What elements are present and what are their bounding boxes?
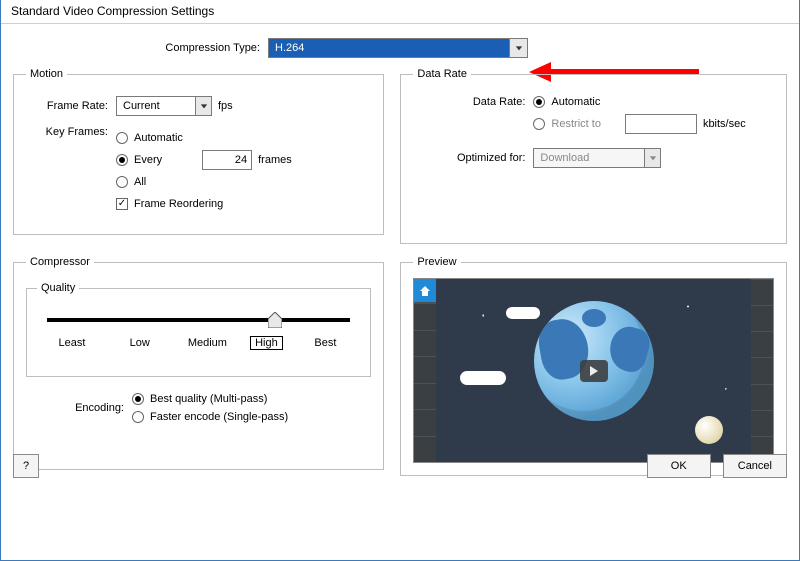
motion-group: Motion Frame Rate: Current fps Key Frame… [13,68,384,235]
quality-tick-best: Best [300,336,350,350]
chevron-down-icon[interactable] [195,97,211,115]
data-rate-automatic-radio[interactable] [533,96,545,108]
help-button[interactable]: ? [13,454,39,478]
bottom-columns: Compressor Quality Least Low Medium High Bes… [13,256,787,476]
frame-rate-label: Frame Rate: [26,100,116,112]
compression-type-select[interactable]: H.264 [268,38,528,58]
key-frames-all-label: All [134,176,146,188]
compressor-legend: Compressor [26,256,94,268]
play-button[interactable] [580,360,608,382]
preview-left-toolbar [414,279,436,462]
compression-type-value: H.264 [275,42,304,54]
motion-legend: Motion [26,68,67,80]
preview-right-toolbar [751,279,773,462]
data-rate-group: Data Rate Data Rate: Automatic Restrict … [400,68,787,244]
frame-rate-value: Current [123,100,160,112]
slider-thumb-icon[interactable] [268,312,282,328]
quality-tick-medium: Medium [182,336,232,350]
key-frames-every-input[interactable] [202,150,252,170]
data-rate-restrict-unit: kbits/sec [703,118,746,130]
moon-icon [695,416,723,444]
chevron-down-icon[interactable] [509,39,527,57]
frame-reordering-label: Frame Reordering [134,198,223,210]
chevron-down-icon[interactable] [644,149,660,167]
ok-button[interactable]: OK [647,454,711,478]
encoding-best-label: Best quality (Multi-pass) [150,393,267,405]
cloud-icon [460,371,506,385]
quality-tick-high: High [250,336,283,350]
dialog-content: Compression Type: H.264 Motion Frame Rat… [1,24,799,486]
data-rate-legend: Data Rate [413,68,471,80]
compression-type-label: Compression Type: [13,42,268,54]
preview-legend: Preview [413,256,460,268]
optimized-for-select[interactable]: Download [533,148,661,168]
quality-tick-low: Low [115,336,165,350]
video-compression-dialog: Standard Video Compression Settings Comp… [0,0,800,561]
preview-group: Preview [400,256,787,476]
key-frames-options: Automatic Every frames All [116,126,292,216]
cancel-button[interactable]: Cancel [723,454,787,478]
window-title: Standard Video Compression Settings [1,0,799,24]
data-rate-restrict-radio[interactable] [533,118,545,130]
frame-reordering-checkbox[interactable] [116,198,128,210]
top-columns: Motion Frame Rate: Current fps Key Frame… [13,68,787,256]
compression-type-row: Compression Type: H.264 [13,38,787,58]
key-frames-automatic-label: Automatic [134,132,183,144]
key-frames-label: Key Frames: [26,126,116,138]
frame-rate-select[interactable]: Current [116,96,212,116]
key-frames-every-unit: frames [258,154,292,166]
slider-ticks: Least Low Medium High Best [47,336,350,350]
data-rate-automatic-label: Automatic [551,96,600,108]
cloud-icon [506,307,540,319]
dialog-button-bar: ? OK Cancel [13,454,787,478]
data-rate-restrict-input[interactable] [625,114,697,134]
key-frames-every-label: Every [134,154,162,166]
home-icon[interactable] [414,279,436,303]
slider-track[interactable] [47,318,350,322]
preview-area [413,278,774,463]
encoding-label: Encoding: [26,402,132,414]
quality-group: Quality Least Low Medium High Best [26,282,371,377]
frame-rate-unit: fps [218,100,233,112]
encoding-options: Best quality (Multi-pass) Faster encode … [132,387,288,429]
quality-legend: Quality [37,282,79,294]
encoding-faster-label: Faster encode (Single-pass) [150,411,288,423]
key-frames-all-radio[interactable] [116,176,128,188]
quality-slider[interactable]: Least Low Medium High Best [47,318,350,350]
quality-tick-least: Least [47,336,97,350]
encoding-faster-radio[interactable] [132,411,144,423]
preview-canvas [436,279,751,462]
key-frames-every-radio[interactable] [116,154,128,166]
data-rate-restrict-label: Restrict to [551,118,601,130]
key-frames-automatic-radio[interactable] [116,132,128,144]
compressor-group: Compressor Quality Least Low Medium High Bes… [13,256,384,470]
encoding-best-radio[interactable] [132,393,144,405]
optimized-for-value: Download [540,152,589,164]
optimized-for-label: Optimized for: [413,152,533,164]
data-rate-label: Data Rate: [413,96,533,108]
